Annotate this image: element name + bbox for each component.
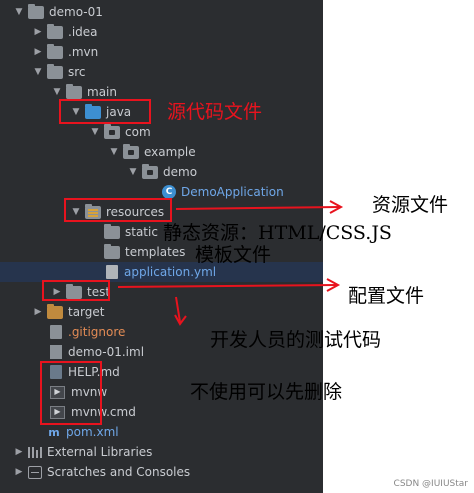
annotation-template-files: 模板文件 [195, 244, 272, 266]
annotation-config-files: 配置文件 [348, 285, 425, 307]
arrow-test [117, 284, 338, 288]
annotation-test-code: 开发人员的测试代码 [210, 329, 382, 351]
annotation-deletable: 不使用可以先删除 [190, 381, 343, 403]
annotation-source-files: 源代码文件 [167, 101, 263, 123]
arrow-resources [175, 206, 341, 210]
annotation-resource-files: 资源文件 [372, 194, 449, 216]
watermark: CSDN @IUIUStar [393, 479, 468, 489]
